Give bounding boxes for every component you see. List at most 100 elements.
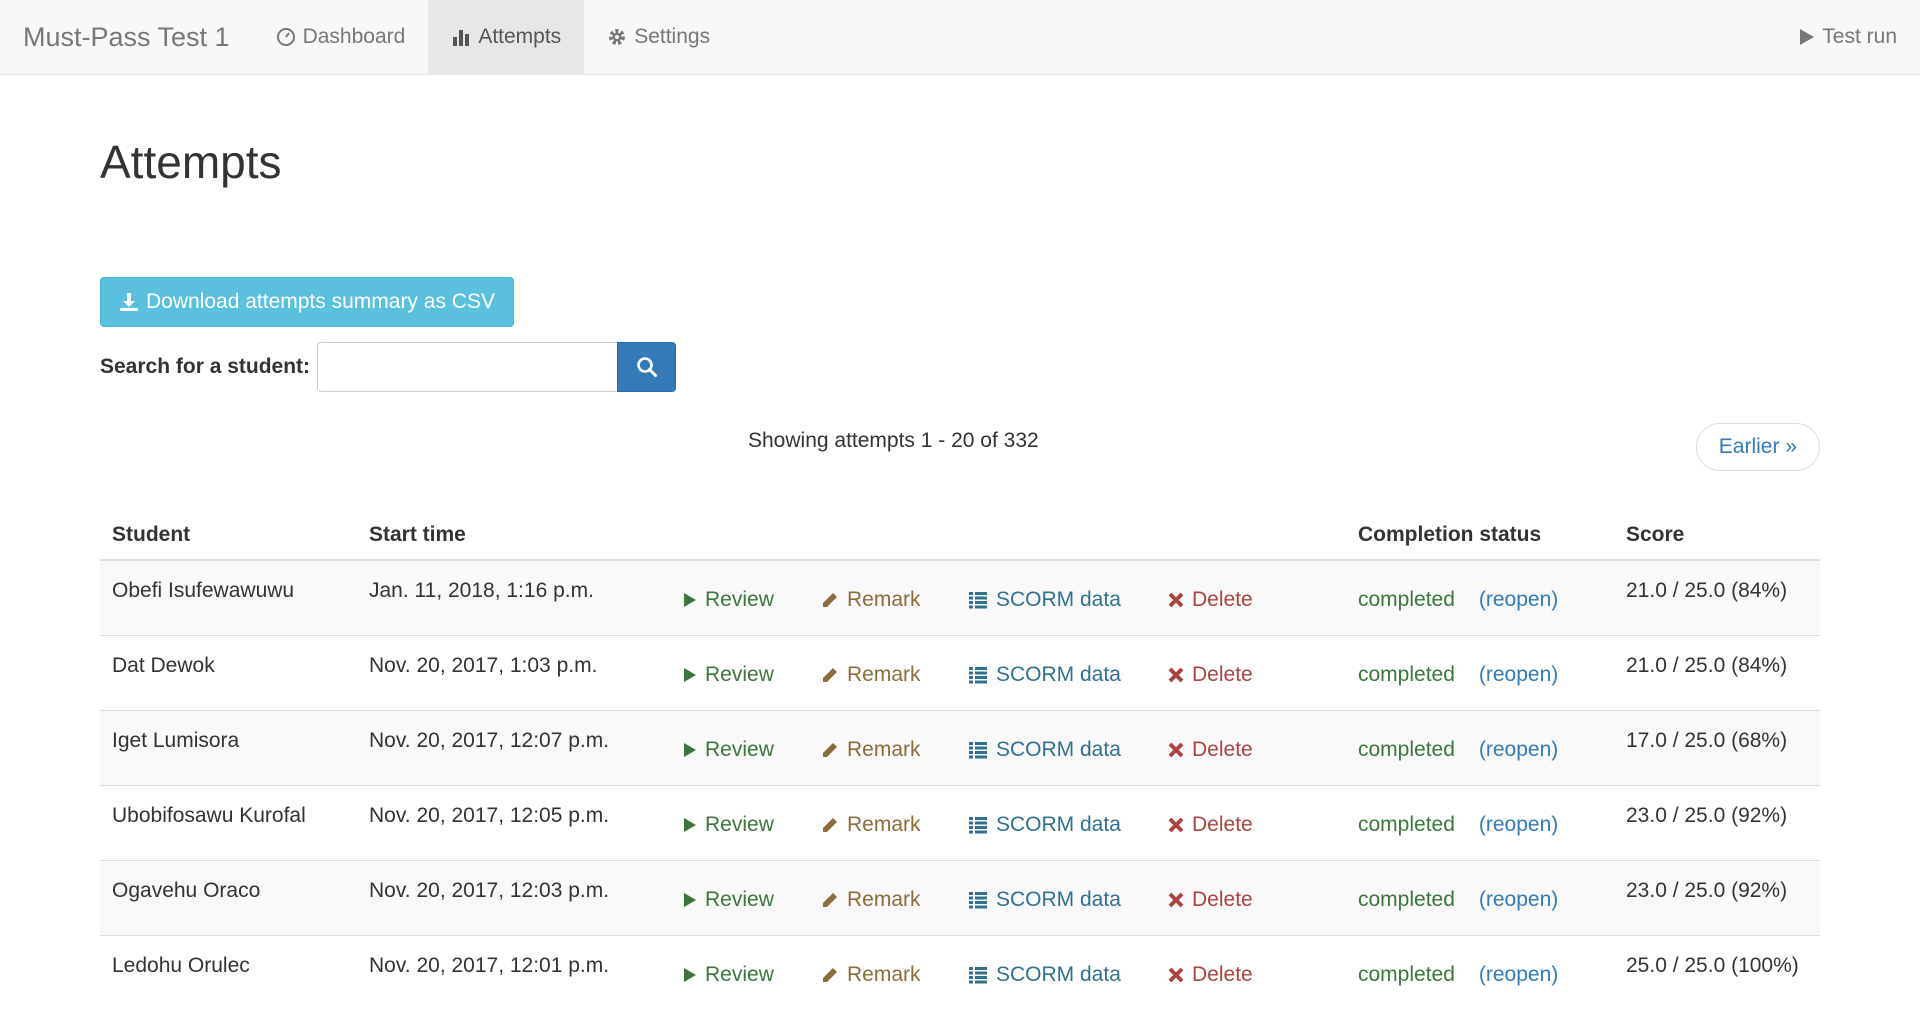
download-csv-button[interactable]: Download attempts summary as CSV [100,277,514,327]
search-button[interactable] [617,342,676,392]
delete-link[interactable]: Delete [1168,711,1253,762]
delete-link[interactable]: Delete [1168,561,1253,612]
scorm-data-link[interactable]: SCORM data [968,636,1121,687]
reopen-link[interactable]: (reopen) [1479,786,1558,837]
cell-start-time: Nov. 20, 2017, 1:03 p.m. [357,636,671,711]
remark-link[interactable]: Remark [821,861,921,912]
remark-link[interactable]: Remark [821,561,921,612]
delete-link[interactable]: Delete [1168,636,1253,687]
nav-settings[interactable]: Settings [584,0,733,74]
play-icon [683,891,697,909]
scorm-data-link[interactable]: SCORM data [968,861,1121,912]
cell-review: Review [671,560,809,636]
nav-test-run[interactable]: Test run [1776,0,1920,74]
cell-score: 23.0 / 25.0 (92%) [1614,786,1820,861]
earlier-button[interactable]: Earlier » [1696,423,1820,471]
review-link[interactable]: Review [683,786,774,837]
review-link[interactable]: Review [683,936,774,987]
list-icon [968,891,988,909]
remark-label: Remark [847,888,921,912]
cell-completion: completed(reopen) [1346,861,1614,936]
remark-link[interactable]: Remark [821,936,921,987]
showing-count: Showing attempts 1 - 20 of 332 [748,429,1039,453]
review-link[interactable]: Review [683,861,774,912]
header-student: Student [100,509,357,560]
score-value: 21.0 / 25.0 (84%) [1626,561,1808,603]
cell-score: 21.0 / 25.0 (84%) [1614,560,1820,636]
cell-review: Review [671,861,809,936]
header-spacer [809,509,956,560]
review-label: Review [705,963,774,987]
cell-student: Ogavehu Oraco [100,861,357,936]
review-label: Review [705,663,774,687]
cell-delete: Delete [1156,636,1346,711]
score-value: 17.0 / 25.0 (68%) [1626,711,1808,753]
scorm-label: SCORM data [996,888,1121,912]
search-input[interactable] [317,342,617,392]
cell-start-time: Nov. 20, 2017, 12:05 p.m. [357,786,671,861]
pencil-icon [821,816,839,834]
pencil-icon [821,891,839,909]
start-time: Nov. 20, 2017, 12:07 p.m. [369,711,659,753]
student-name: Ubobifosawu Kurofal [112,786,345,828]
nav-dashboard[interactable]: Dashboard [253,0,429,74]
delete-label: Delete [1192,738,1253,762]
student-name: Ogavehu Oraco [112,861,345,903]
cell-scorm: SCORM data [956,636,1156,711]
cell-score: 23.0 / 25.0 (92%) [1614,861,1820,936]
reopen-link[interactable]: (reopen) [1479,561,1558,612]
list-icon [968,966,988,984]
cell-review: Review [671,636,809,711]
delete-link[interactable]: Delete [1168,936,1253,987]
remark-link[interactable]: Remark [821,711,921,762]
scorm-data-link[interactable]: SCORM data [968,786,1121,837]
scorm-data-link[interactable]: SCORM data [968,711,1121,762]
gear-icon [607,27,627,47]
cell-remark: Remark [809,711,956,786]
remark-label: Remark [847,813,921,837]
bar-chart-icon [451,27,471,47]
cell-student: Iget Lumisora [100,711,357,786]
review-label: Review [705,813,774,837]
review-link[interactable]: Review [683,636,774,687]
review-link[interactable]: Review [683,711,774,762]
play-icon [1799,28,1815,46]
remark-link[interactable]: Remark [821,636,921,687]
cell-delete: Delete [1156,936,1346,1010]
table-row: Obefi Isufewawuwu Jan. 11, 2018, 1:16 p.… [100,560,1820,636]
scorm-label: SCORM data [996,813,1121,837]
remark-link[interactable]: Remark [821,786,921,837]
student-name: Ledohu Orulec [112,936,345,978]
download-csv-label: Download attempts summary as CSV [146,290,495,314]
reopen-link[interactable]: (reopen) [1479,936,1558,987]
cell-remark: Remark [809,636,956,711]
review-label: Review [705,738,774,762]
delete-link[interactable]: Delete [1168,861,1253,912]
pencil-icon [821,966,839,984]
close-icon [1168,817,1184,833]
review-link[interactable]: Review [683,561,774,612]
reopen-link[interactable]: (reopen) [1479,861,1558,912]
delete-label: Delete [1192,963,1253,987]
scorm-data-link[interactable]: SCORM data [968,561,1121,612]
completion-status: completed [1358,639,1455,687]
attempts-body: Obefi Isufewawuwu Jan. 11, 2018, 1:16 p.… [100,560,1820,1010]
cell-student: Ubobifosawu Kurofal [100,786,357,861]
delete-link[interactable]: Delete [1168,786,1253,837]
scorm-data-link[interactable]: SCORM data [968,936,1121,987]
close-icon [1168,667,1184,683]
student-name: Iget Lumisora [112,711,345,753]
reopen-link[interactable]: (reopen) [1479,636,1558,687]
cell-score: 17.0 / 25.0 (68%) [1614,711,1820,786]
score-value: 23.0 / 25.0 (92%) [1626,861,1808,903]
cell-start-time: Nov. 20, 2017, 12:03 p.m. [357,861,671,936]
cell-student: Dat Dewok [100,636,357,711]
nav-attempts[interactable]: Attempts [428,0,584,74]
table-row: Dat Dewok Nov. 20, 2017, 1:03 p.m. Revie… [100,636,1820,711]
dashboard-icon [276,27,296,47]
app-brand[interactable]: Must-Pass Test 1 [0,0,253,74]
student-search-form: Search for a student: [100,342,676,392]
nav-dashboard-label: Dashboard [303,25,406,49]
nav-attempts-label: Attempts [478,25,561,49]
reopen-link[interactable]: (reopen) [1479,711,1558,762]
